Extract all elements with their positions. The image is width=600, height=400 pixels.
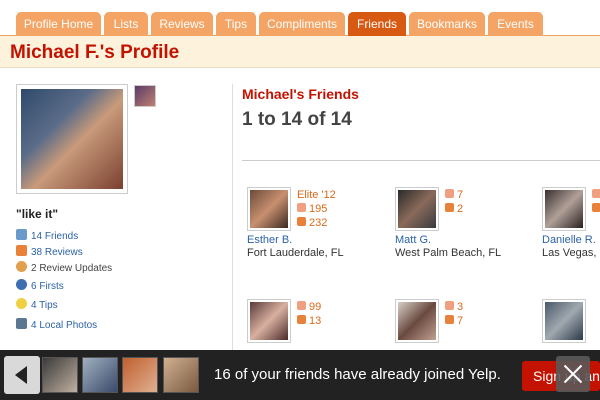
friend-card: 7 2 Matt G. West Palm Beach, FL [395,187,535,277]
friend-count: 195 [297,203,327,216]
friend-name-link[interactable]: Matt G. [395,234,431,246]
friend-count [592,189,600,202]
friend-location: Las Vegas, NV [542,247,600,259]
profile-photo[interactable] [16,84,128,194]
friend-name-link[interactable]: Danielle R. [542,234,596,246]
stat-review-updates: 2 Review Updates [16,261,112,275]
tab-profile-home[interactable]: Profile Home [16,12,101,36]
friends-icon [592,189,600,198]
tab-reviews[interactable]: Reviews [151,12,213,36]
review-icon [445,203,454,212]
page-title: Michael F.'s Profile [10,42,180,63]
review-icon [16,245,27,256]
review-count: 2 [445,203,463,216]
friend-avatar[interactable] [395,299,439,343]
friend-count: 3 [445,301,463,314]
profile-photo-thumbnail[interactable] [134,85,156,107]
camera-icon [16,318,27,329]
friend-location: Fort Lauderdale, FL [247,247,344,259]
stat-reviews[interactable]: 38 Reviews [16,245,83,259]
friends-icon [16,229,27,240]
review-icon [445,315,454,324]
friends-heading: Michael's Friends [242,86,359,102]
first-icon [16,279,27,290]
column-divider [232,84,233,354]
friend-avatar[interactable] [395,187,439,231]
friends-icon [297,301,306,310]
friend-thumbnail[interactable] [42,357,78,393]
previous-button[interactable] [4,356,40,394]
review-count: 7 [445,315,463,328]
review-icon [297,315,306,324]
tip-icon [16,298,27,309]
review-count [592,203,600,216]
update-icon [16,261,27,272]
tab-bookmarks[interactable]: Bookmarks [409,12,485,36]
friends-icon [445,189,454,198]
close-icon[interactable] [556,356,590,392]
friend-count: 99 [297,301,321,314]
friend-thumbnail[interactable] [122,357,158,393]
elite-badge: Elite '12 [297,189,336,201]
tab-tips[interactable]: Tips [216,12,256,36]
friends-icon [297,203,306,212]
arrow-left-icon [15,366,27,384]
profile-quote: "like it" [16,207,59,221]
friends-icon [445,301,454,310]
stat-local-photos[interactable]: 4 Local Photos [16,318,97,332]
friend-avatar[interactable] [542,299,586,343]
friends-range: 1 to 14 of 14 [242,109,352,130]
review-count: 232 [297,217,327,230]
stat-friends[interactable]: 14 Friends [16,229,78,243]
friend-location: West Palm Beach, FL [395,247,502,259]
friend-avatar[interactable] [247,187,291,231]
profile-tab-bar: Profile Home Lists Reviews Tips Complime… [0,0,600,36]
title-band: Michael F.'s Profile [0,36,600,68]
friend-count: 7 [445,189,463,202]
stat-firsts[interactable]: 6 Firsts [16,279,64,293]
friend-card: Danielle R. Las Vegas, NV [542,187,600,277]
banner-message: 16 of your friends have already joined Y… [214,366,501,383]
friend-name-link[interactable]: Esther B. [247,234,292,246]
review-count: 13 [297,315,321,328]
stat-tips[interactable]: 4 Tips [16,298,58,312]
tab-lists[interactable]: Lists [104,12,148,36]
tab-friends[interactable]: Friends [348,12,406,36]
review-icon [592,203,600,212]
review-icon [297,217,306,226]
tab-events[interactable]: Events [488,12,543,36]
friend-thumbnail[interactable] [163,357,199,393]
section-divider [242,160,600,161]
tab-compliments[interactable]: Compliments [259,12,345,36]
join-yelp-banner: 16 of your friends have already joined Y… [0,350,600,400]
friend-avatar[interactable] [247,299,291,343]
friend-card: Elite '12 195 232 Esther B. Fort Lauderd… [247,187,387,277]
friend-thumbnail[interactable] [82,357,118,393]
friend-avatar[interactable] [542,187,586,231]
